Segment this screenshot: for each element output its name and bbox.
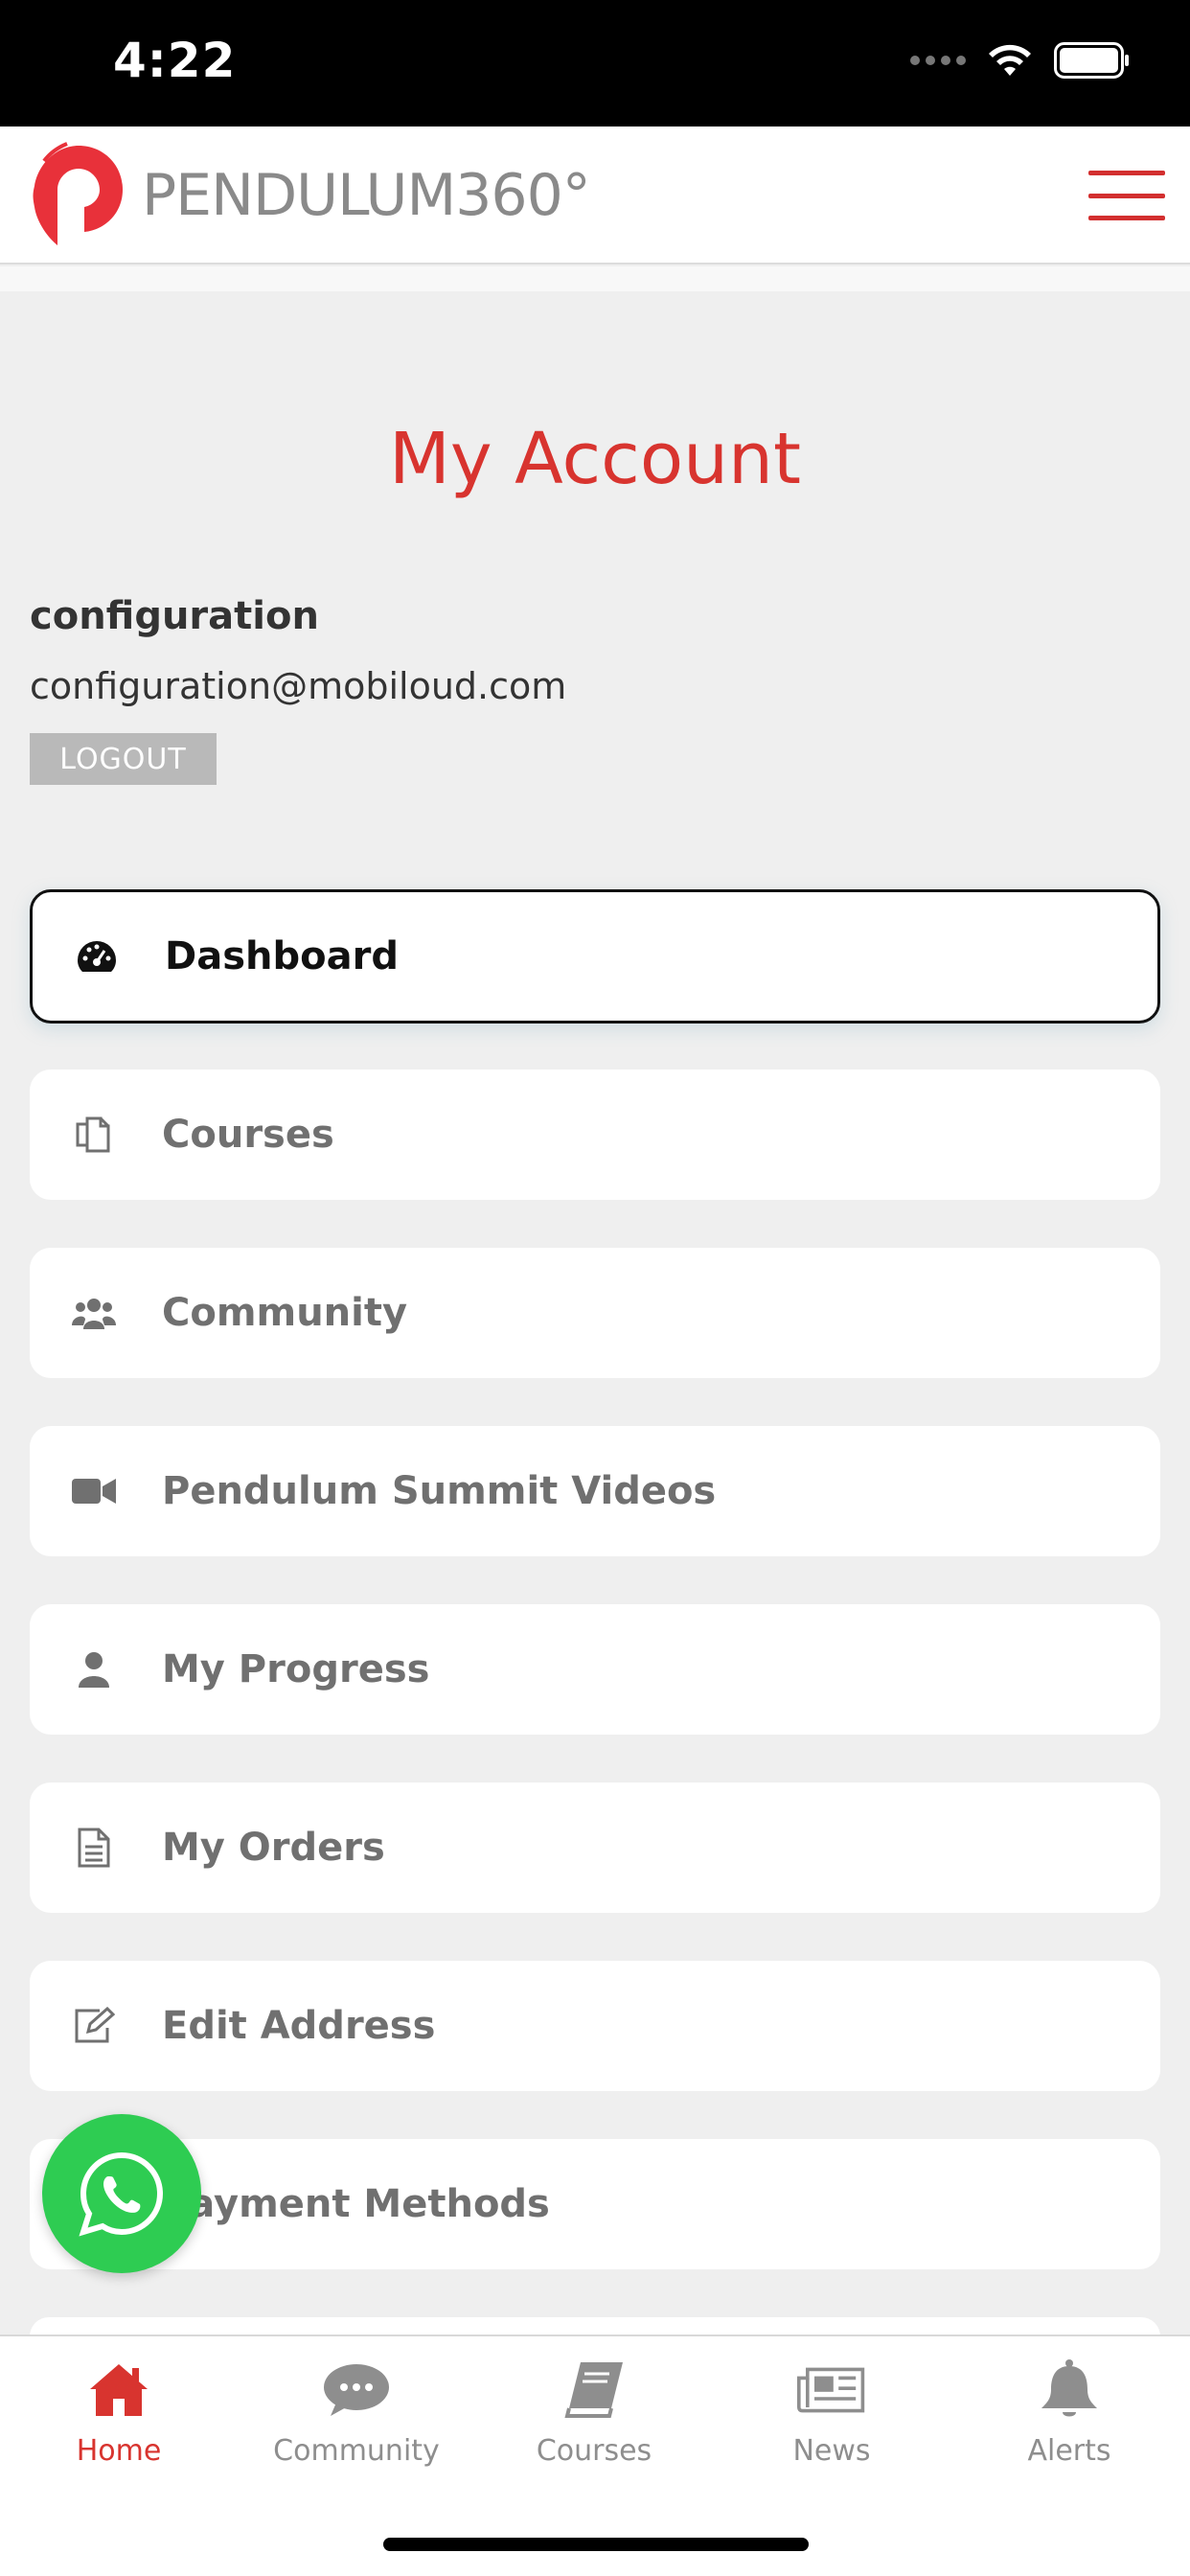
copy-icon	[72, 1113, 116, 1157]
menu-item-my-progress[interactable]: My Progress	[30, 1604, 1160, 1735]
book-icon	[560, 2356, 629, 2425]
bottom-tab-bar: Home Community Courses News Alerts	[0, 2334, 1190, 2576]
menu-item-my-orders[interactable]: My Orders	[30, 1782, 1160, 1913]
menu-item-summit-videos[interactable]: Pendulum Summit Videos	[30, 1426, 1160, 1556]
tab-label-community: Community	[273, 2434, 440, 2468]
battery-icon	[1054, 42, 1129, 79]
wifi-icon	[989, 44, 1031, 76]
hamburger-menu-button[interactable]	[1088, 171, 1165, 220]
home-icon	[84, 2356, 153, 2425]
menu-label-payment-methods: Payment Methods	[162, 2182, 550, 2226]
menu-label-edit-address: Edit Address	[162, 2004, 436, 2048]
tab-courses[interactable]: Courses	[498, 2356, 690, 2468]
dashboard-icon	[75, 934, 119, 978]
content-divider	[0, 266, 1190, 291]
pendulum-logo[interactable]: PENDULUM360°	[29, 140, 591, 251]
hamburger-icon	[1088, 171, 1165, 175]
status-bar: 4:22	[0, 0, 1190, 126]
pendulum-logo-icon	[33, 142, 123, 245]
tab-news[interactable]: News	[736, 2356, 927, 2468]
tab-label-news: News	[792, 2434, 871, 2468]
video-camera-icon	[72, 1469, 116, 1513]
app-header: PENDULUM360°	[0, 126, 1190, 264]
tab-home[interactable]: Home	[23, 2356, 215, 2468]
whatsapp-icon	[79, 2151, 164, 2237]
menu-item-dashboard[interactable]: Dashboard	[30, 889, 1160, 1024]
user-name: configuration	[30, 594, 319, 638]
menu-label-dashboard: Dashboard	[165, 934, 399, 978]
status-icons	[910, 42, 1131, 79]
tab-label-courses: Courses	[536, 2434, 652, 2468]
menu-label-my-progress: My Progress	[162, 1647, 430, 1691]
logout-button[interactable]: LOGOUT	[30, 733, 217, 785]
page-title: My Account	[389, 418, 801, 500]
menu-label-community: Community	[162, 1291, 408, 1335]
status-time: 4:22	[113, 33, 237, 88]
menu-item-courses[interactable]: Courses	[30, 1070, 1160, 1200]
user-icon	[72, 1647, 116, 1691]
edit-icon	[72, 2004, 116, 2048]
whatsapp-button[interactable]	[42, 2114, 201, 2273]
logo-text: PENDULUM360°	[142, 162, 591, 229]
bell-icon	[1035, 2356, 1104, 2425]
tab-alerts[interactable]: Alerts	[973, 2356, 1165, 2468]
menu-label-summit-videos: Pendulum Summit Videos	[162, 1469, 717, 1513]
chat-bubble-icon	[322, 2356, 391, 2425]
tab-label-alerts: Alerts	[1027, 2434, 1111, 2468]
newspaper-icon	[797, 2356, 866, 2425]
tab-label-home: Home	[76, 2434, 162, 2468]
document-icon	[72, 1826, 116, 1870]
home-indicator	[383, 2538, 809, 2551]
menu-item-community[interactable]: Community	[30, 1248, 1160, 1378]
user-email: configuration@mobiloud.com	[30, 665, 567, 707]
tab-community[interactable]: Community	[261, 2356, 452, 2468]
menu-label-courses: Courses	[162, 1113, 334, 1157]
menu-label-my-orders: My Orders	[162, 1826, 385, 1870]
signal-icon	[910, 56, 966, 65]
menu-item-edit-address[interactable]: Edit Address	[30, 1961, 1160, 2091]
users-icon	[72, 1291, 116, 1335]
